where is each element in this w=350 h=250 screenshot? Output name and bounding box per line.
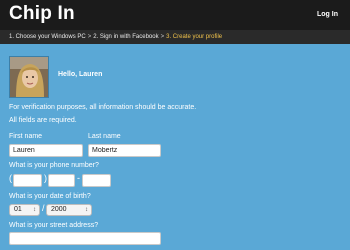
phone-label: What is your phone number?	[9, 162, 99, 169]
first-name-label: First name	[9, 133, 43, 140]
dob-year-select[interactable]: 2000 ↕	[46, 204, 92, 216]
dob-month-value: 01	[14, 206, 22, 213]
step-separator: >	[87, 34, 92, 40]
dob-label: What is your date of birth?	[9, 193, 91, 200]
app-title: Chip In	[9, 3, 75, 24]
step-create-profile: 3. Create your profile	[166, 34, 223, 40]
required-note: All fields are required.	[9, 117, 77, 124]
step-separator: >	[160, 34, 165, 40]
address-label: What is your street address?	[9, 222, 99, 229]
phone-prefix[interactable]	[48, 174, 75, 187]
dob-slash: /	[42, 203, 45, 213]
phone-area-code[interactable]	[13, 174, 42, 187]
chevron-updown-icon: ↕	[85, 207, 88, 213]
verification-note: For verification purposes, all informati…	[9, 104, 197, 111]
chevron-updown-icon: ↕	[33, 207, 36, 213]
last-name-field[interactable]	[88, 144, 161, 157]
phone-open-paren: (	[9, 173, 12, 183]
phone-dash: -	[77, 173, 80, 183]
first-name-field[interactable]	[9, 144, 83, 157]
last-name-label: Last name	[88, 133, 121, 140]
phone-close-paren: )	[44, 173, 47, 183]
top-bar: Chip In Log In	[0, 0, 350, 30]
login-link[interactable]: Log In	[317, 11, 338, 18]
steps-bar: 1. Choose your Windows PC >2. Sign in wit…	[0, 30, 350, 44]
step-choose-pc: 1. Choose your Windows PC	[9, 34, 86, 40]
profile-photo	[9, 56, 49, 98]
dob-month-select[interactable]: 01 ↕	[9, 204, 40, 216]
greeting: Hello, Lauren	[58, 71, 103, 78]
dob-year-value: 2000	[51, 206, 67, 213]
phone-line-number[interactable]	[82, 174, 111, 187]
step-sign-in: 2. Sign in with Facebook	[93, 34, 159, 40]
breadcrumb: 1. Choose your Windows PC >2. Sign in wit…	[9, 30, 222, 44]
street-address-field[interactable]	[9, 232, 161, 245]
